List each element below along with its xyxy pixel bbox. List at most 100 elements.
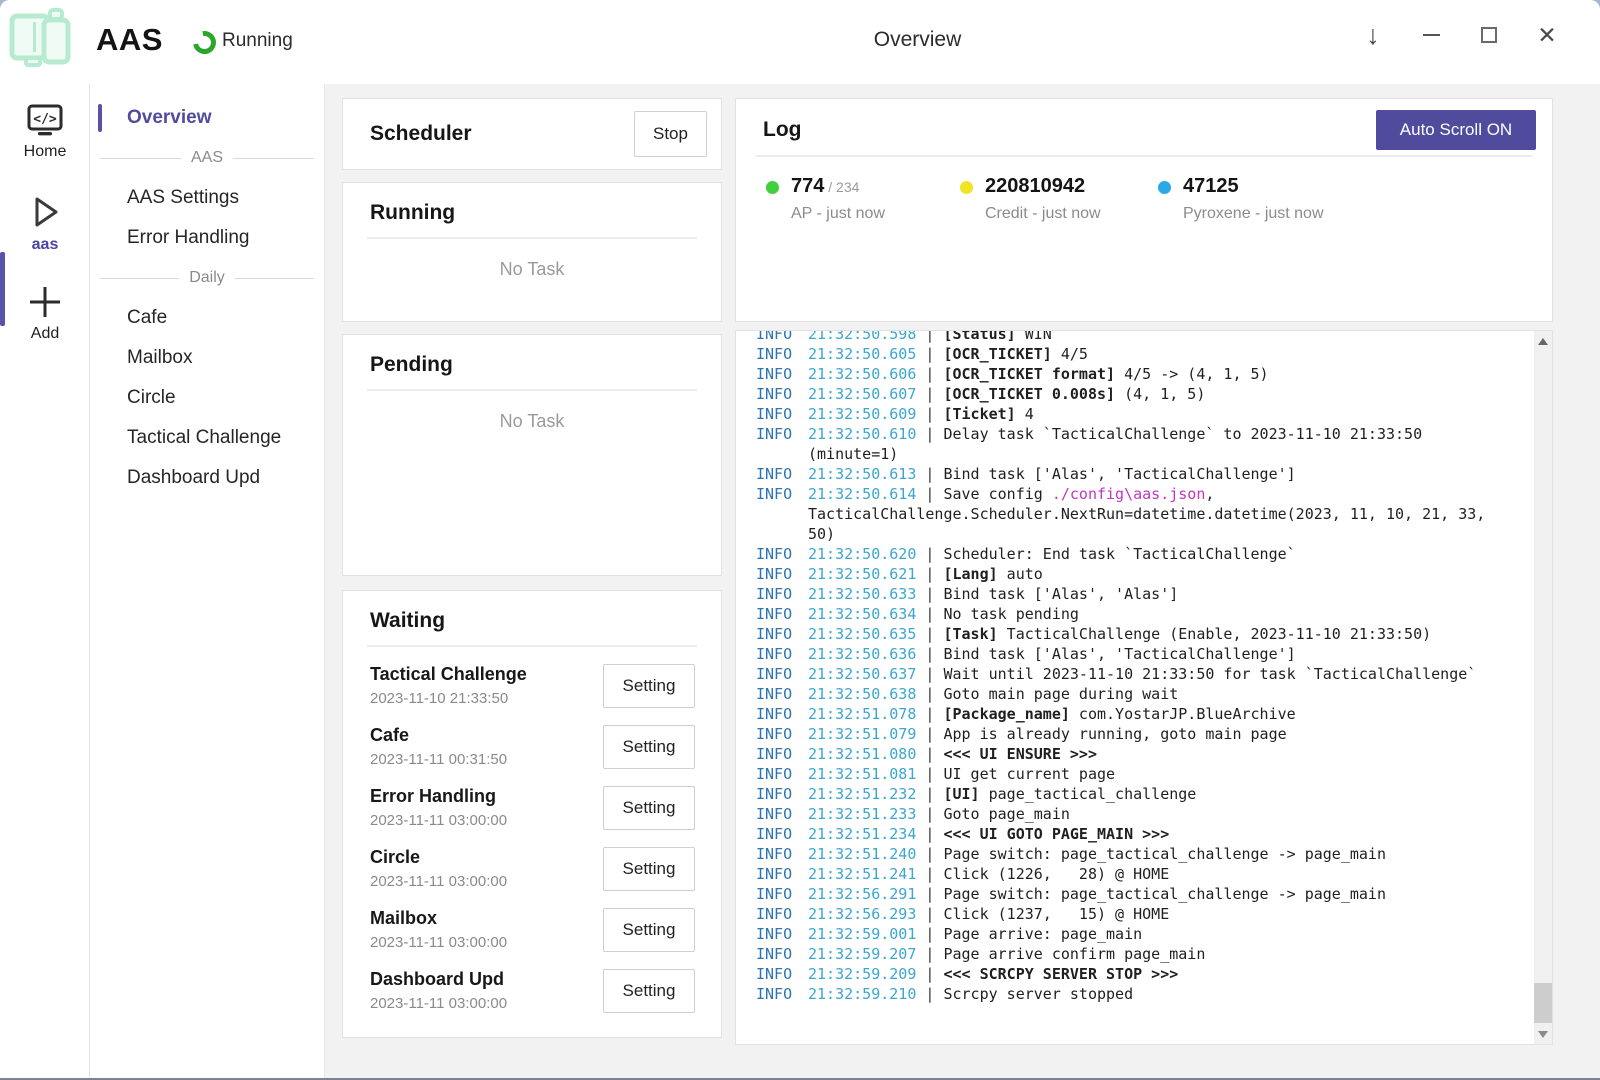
stat-value: 774 / 234 [791, 175, 885, 198]
log-separator: | [916, 945, 943, 963]
window-controls: ↓ ✕ [1360, 0, 1560, 70]
log-segment: No task pending [943, 605, 1078, 623]
log-segment: Click (1226, 28) @ HOME [943, 865, 1169, 883]
log-level: INFO [756, 464, 808, 484]
log-scrollbar[interactable] [1534, 331, 1552, 1044]
log-lines: INFO21:32:50.598 | [Status] WININFO21:32… [756, 330, 1552, 1004]
nav-item-dashboard-upd[interactable]: Dashboard Upd [90, 458, 324, 498]
log-separator: | [916, 745, 943, 763]
log-level: INFO [756, 844, 808, 864]
nav-item-mailbox[interactable]: Mailbox [90, 338, 324, 378]
log-line: INFO21:32:59.001 | Page arrive: page_mai… [756, 924, 1552, 944]
waiting-task-row-cafe: Cafe2023-11-11 00:31:50Setting [370, 716, 695, 777]
minimize-icon[interactable] [1418, 22, 1444, 48]
stat-dot-icon [1158, 181, 1171, 194]
task-setting-button[interactable]: Setting [603, 664, 695, 708]
task-setting-button[interactable]: Setting [603, 725, 695, 769]
scrollbar-thumb[interactable] [1534, 983, 1552, 1023]
log-separator: | [916, 825, 943, 843]
log-segment: Bind task ['Alas', 'Alas'] [943, 585, 1178, 603]
log-separator: | [916, 665, 943, 683]
running-panel: Running No Task [342, 182, 722, 322]
task-info: Tactical Challenge2023-11-10 21:33:50 [370, 662, 527, 709]
log-line: INFO21:32:51.233 | Goto page_main [756, 804, 1552, 824]
stat-label: Pyroxene - just now [1183, 205, 1324, 223]
close-icon[interactable]: ✕ [1534, 22, 1560, 48]
download-icon[interactable]: ↓ [1360, 22, 1386, 48]
svg-text:</>: </> [33, 112, 57, 127]
rail-item-aas[interactable]: aas [0, 191, 90, 254]
log-level: INFO [756, 744, 808, 764]
waiting-task-row-mailbox: Mailbox2023-11-11 03:00:00Setting [370, 899, 695, 960]
log-message: 21:32:59.210 | Scrcpy server stopped [808, 984, 1488, 1004]
divider-line [235, 278, 314, 279]
scheduler-title: Scheduler [370, 122, 472, 146]
log-timestamp: 21:32:51.080 [808, 745, 916, 763]
nav-item-tactical-challenge[interactable]: Tactical Challenge [90, 418, 324, 458]
task-setting-button[interactable]: Setting [603, 969, 695, 1013]
task-setting-button[interactable]: Setting [603, 847, 695, 891]
log-panel: Log Auto Scroll ON 774 / 234AP - just no… [735, 98, 1553, 322]
log-message: 21:32:59.001 | Page arrive: page_main [808, 924, 1488, 944]
task-setting-button[interactable]: Setting [603, 786, 695, 830]
log-line: INFO21:32:59.209 | <<< SCRCPY SERVER STO… [756, 964, 1552, 984]
log-line: INFO21:32:51.232 | [UI] page_tactical_ch… [756, 784, 1552, 804]
stat-dot-icon [766, 181, 779, 194]
auto-scroll-button[interactable]: Auto Scroll ON [1376, 110, 1536, 150]
stat-credit: 220810942Credit - just now [960, 175, 1101, 223]
waiting-task-row-tactical-challenge: Tactical Challenge2023-11-10 21:33:50 Set… [370, 655, 695, 716]
log-output[interactable]: INFO21:32:50.598 | [Status] WININFO21:32… [735, 330, 1553, 1045]
nav-item-label: Overview [127, 107, 212, 129]
scroll-up-icon[interactable] [1534, 333, 1552, 349]
divider [756, 155, 1532, 157]
log-message: 21:32:51.080 | <<< UI ENSURE >>> [808, 744, 1488, 764]
log-timestamp: 21:32:51.233 [808, 805, 916, 823]
scroll-down-icon[interactable] [1534, 1026, 1552, 1042]
log-timestamp: 21:32:50.605 [808, 345, 916, 363]
divider-line [100, 158, 181, 159]
log-separator: | [916, 565, 943, 583]
nav-item-overview[interactable]: Overview [90, 98, 324, 138]
stat-text: 220810942Credit - just now [985, 175, 1101, 223]
log-separator: | [916, 885, 943, 903]
log-timestamp: 21:32:50.609 [808, 405, 916, 423]
stat-text: 774 / 234AP - just now [791, 175, 885, 223]
code-monitor-icon: </> [23, 102, 67, 140]
task-setting-button[interactable]: Setting [603, 908, 695, 952]
log-line: INFO21:32:50.598 | [Status] WIN [756, 330, 1552, 344]
log-timestamp: 21:32:50.620 [808, 545, 916, 563]
log-timestamp: 21:32:50.634 [808, 605, 916, 623]
nav-item-aas-settings[interactable]: AAS Settings [90, 178, 324, 218]
task-next-run: 2023-11-11 03:00:00 [370, 811, 507, 831]
log-message: 21:32:51.078 | [Package_name] com.Yostar… [808, 704, 1488, 724]
task-info: Circle2023-11-11 03:00:00 [370, 845, 507, 892]
log-segment: [Lang] [943, 565, 997, 583]
rail-label: aas [32, 236, 59, 254]
icon-rail: </> Home aas Add [0, 84, 90, 1078]
log-segment: UI get current page [943, 765, 1115, 783]
log-level: INFO [756, 784, 808, 804]
log-segment: [Status] [943, 330, 1015, 343]
maximize-icon[interactable] [1476, 22, 1502, 48]
log-level: INFO [756, 724, 808, 744]
nav-item-circle[interactable]: Circle [90, 378, 324, 418]
log-line: INFO21:32:50.606 | [OCR_TICKET format] 4… [756, 364, 1552, 384]
nav-item-cafe[interactable]: Cafe [90, 298, 324, 338]
waiting-title: Waiting [370, 609, 694, 633]
log-separator: | [916, 605, 943, 623]
log-message: 21:32:50.609 | [Ticket] 4 [808, 404, 1488, 424]
log-level: INFO [756, 904, 808, 924]
log-segment: Page arrive confirm page_main [943, 945, 1205, 963]
log-level: INFO [756, 604, 808, 624]
rail-item-add[interactable]: Add [0, 282, 90, 343]
stat-pyroxene: 47125Pyroxene - just now [1158, 175, 1324, 223]
stop-button[interactable]: Stop [634, 111, 707, 157]
log-message: 21:32:50.638 | Goto main page during wai… [808, 684, 1488, 704]
rail-item-home[interactable]: </> Home [0, 102, 90, 161]
log-separator: | [916, 685, 943, 703]
log-segment: [OCR_TICKET 0.008s] [943, 385, 1115, 403]
rail-label: Home [24, 143, 67, 161]
log-separator: | [916, 425, 943, 443]
nav-item-error-handling[interactable]: Error Handling [90, 218, 324, 258]
log-message: 21:32:50.636 | Bind task ['Alas', 'Tacti… [808, 644, 1488, 664]
